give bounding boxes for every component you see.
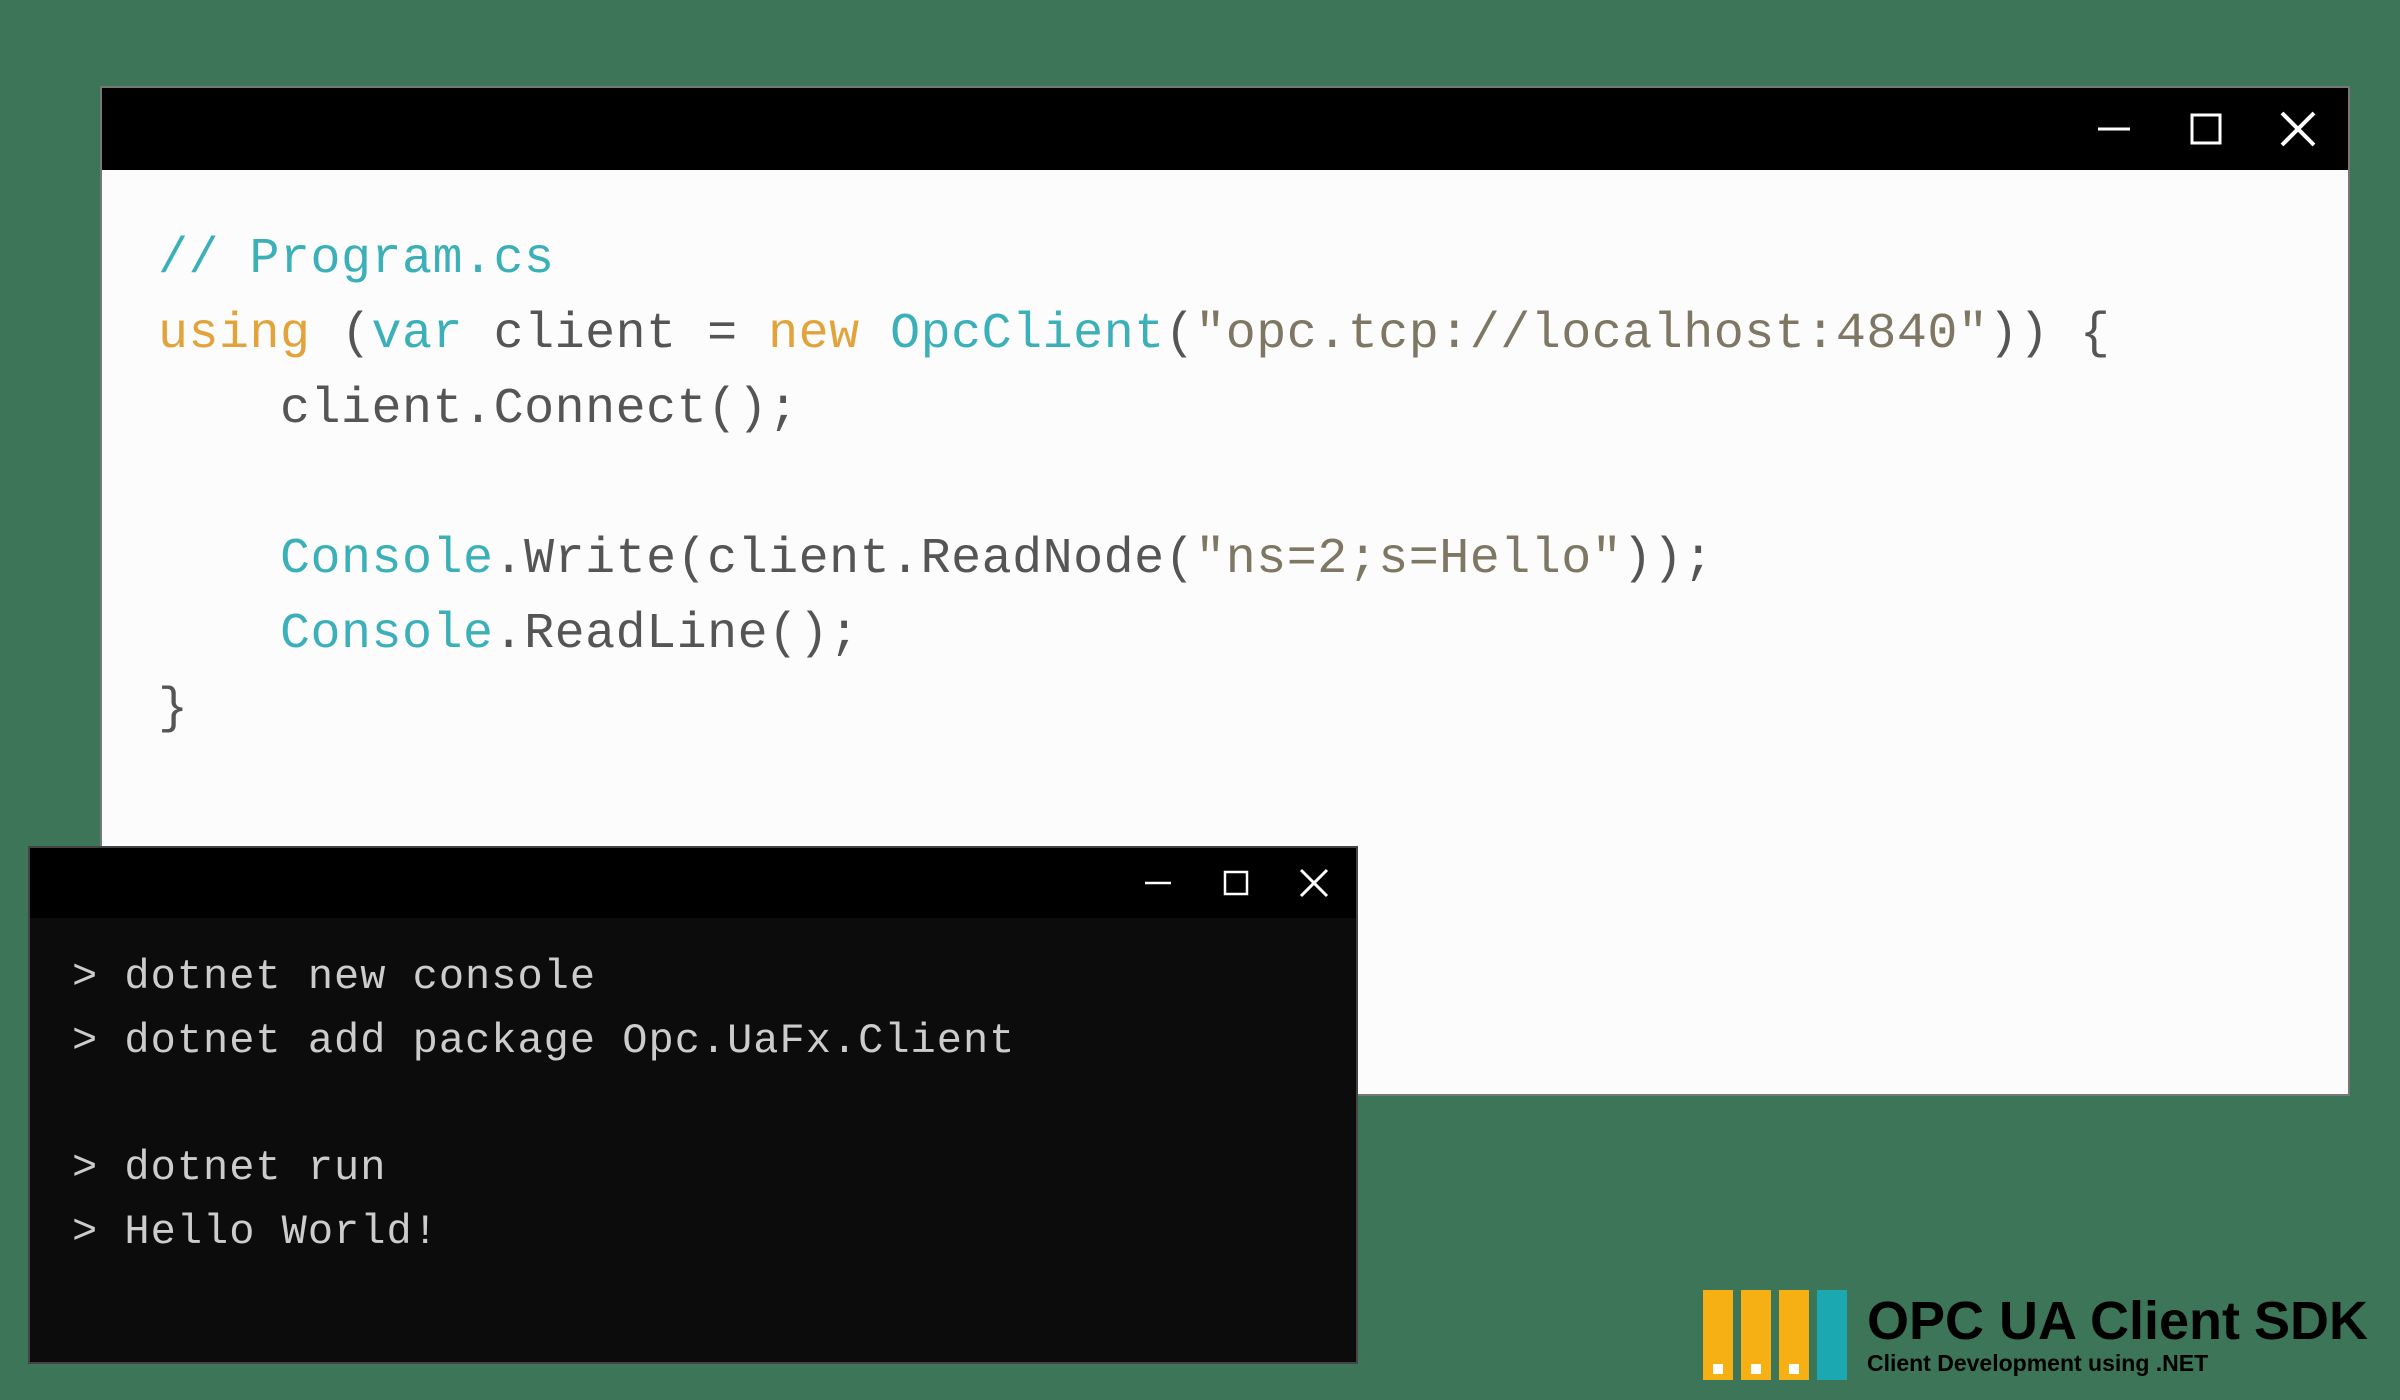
keyword-var: var <box>372 306 464 363</box>
close-button[interactable] <box>2276 107 2320 151</box>
maximize-icon <box>2186 109 2226 149</box>
terminal-line-4: > dotnet run <box>72 1137 1314 1201</box>
code-text: )); <box>1622 531 1714 588</box>
code-line-6: Console.ReadLine(); <box>158 597 2292 672</box>
string-literal: "ns=2;s=Hello" <box>1195 531 1622 588</box>
code-text: .ReadLine(); <box>494 606 860 663</box>
code-text: )) { <box>1988 306 2110 363</box>
code-text <box>860 306 891 363</box>
terminal-line-blank <box>72 1074 1314 1138</box>
maximize-button[interactable] <box>2184 107 2228 151</box>
code-comment: // Program.cs <box>158 231 555 288</box>
code-text: } <box>158 681 189 738</box>
indent <box>158 531 280 588</box>
terminal-line-1: > dotnet new console <box>72 946 1314 1010</box>
indent <box>158 606 280 663</box>
terminal-titlebar <box>30 848 1356 918</box>
code-line-1: // Program.cs <box>158 222 2292 297</box>
minimize-icon <box>2094 109 2134 149</box>
logo-text: OPC UA ClientSDK Client Development usin… <box>1867 1294 2368 1377</box>
code-text: ( <box>1165 306 1196 363</box>
code-line-5: Console.Write(client.ReadNode("ns=2;s=He… <box>158 522 2292 597</box>
keyword-new: new <box>768 306 860 363</box>
code-text: client.Connect(); <box>280 381 799 438</box>
editor-titlebar <box>102 88 2348 170</box>
logo-bars-icon <box>1703 1290 1847 1380</box>
logo-subtitle: Client Development using .NET <box>1867 1350 2368 1377</box>
type-console: Console <box>280 531 494 588</box>
code-line-2: using (var client = new OpcClient("opc.t… <box>158 297 2292 372</box>
code-line-3: client.Connect(); <box>158 372 2292 447</box>
type-name: OpcClient <box>890 306 1165 363</box>
logo-sdk-text: SDK <box>2254 1291 2368 1351</box>
code-text: client = <box>463 306 768 363</box>
logo-main-text: OPC UA Client <box>1867 1291 2240 1351</box>
minimize-button[interactable] <box>1140 865 1176 901</box>
terminal-line-5: > Hello World! <box>72 1201 1314 1265</box>
keyword-using: using <box>158 306 311 363</box>
indent <box>158 381 280 438</box>
terminal-line-2: > dotnet add package Opc.UaFx.Client <box>72 1010 1314 1074</box>
code-line-7: } <box>158 672 2292 747</box>
terminal-content[interactable]: > dotnet new console > dotnet add packag… <box>30 918 1356 1362</box>
logo-title: OPC UA ClientSDK <box>1867 1294 2368 1348</box>
code-text: .Write(client.ReadNode( <box>494 531 1196 588</box>
terminal-window: > dotnet new console > dotnet add packag… <box>28 846 1358 1364</box>
minimize-button[interactable] <box>2092 107 2136 151</box>
code-line-blank <box>158 447 2292 522</box>
close-button[interactable] <box>1296 865 1332 901</box>
string-literal: "opc.tcp://localhost:4840" <box>1195 306 1988 363</box>
type-console: Console <box>280 606 494 663</box>
minimize-icon <box>1142 867 1174 899</box>
close-icon <box>1296 865 1332 901</box>
maximize-button[interactable] <box>1218 865 1254 901</box>
logo-area: OPC UA ClientSDK Client Development usin… <box>1703 1290 2368 1380</box>
code-text: ( <box>311 306 372 363</box>
maximize-icon <box>1220 867 1252 899</box>
close-icon <box>2276 107 2320 151</box>
